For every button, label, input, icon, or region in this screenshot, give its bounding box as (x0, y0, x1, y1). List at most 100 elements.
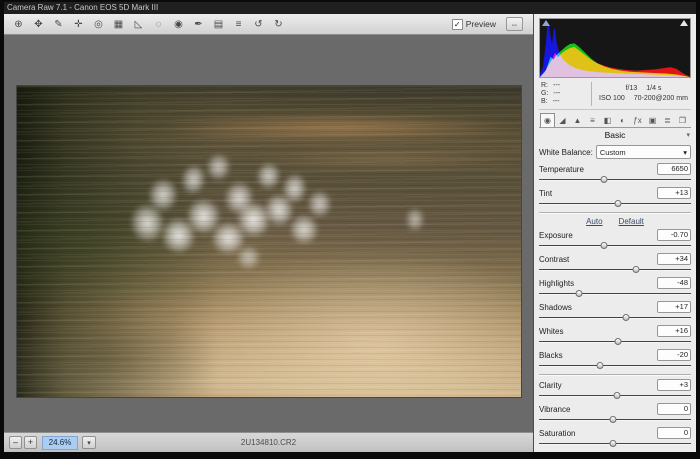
exposure-row: Exposure -0.70 (539, 229, 691, 241)
tab-basic[interactable]: ◉ (540, 113, 555, 127)
title-bar[interactable]: Camera Raw 7.1 - Canon EOS 5D Mark III (4, 2, 696, 14)
photo-motion-streaks-2 (17, 86, 521, 397)
temperature-slider-thumb[interactable] (601, 176, 608, 183)
blacks-label: Blacks (539, 351, 563, 360)
histogram-plot (540, 19, 690, 77)
white-balance-select[interactable]: Custom ▾ (596, 145, 691, 159)
highlights-value-field[interactable]: -48 (657, 277, 691, 289)
tab-hsl-grayscale[interactable]: ≡ (585, 113, 600, 127)
whites-slider[interactable] (539, 337, 691, 346)
tab-presets[interactable]: ≣ (660, 113, 675, 127)
clarity-slider-thumb[interactable] (613, 392, 620, 399)
panel-title: Basic (605, 130, 626, 140)
whites-row: Whites+16 (539, 325, 691, 337)
blacks-slider[interactable] (539, 361, 691, 370)
vibrance-slider-thumb[interactable] (610, 416, 617, 423)
clarity-value-field[interactable]: +3 (657, 379, 691, 391)
tab-lens-corrections[interactable]: ◐ (615, 113, 630, 127)
crop-tool-icon[interactable]: ▦ (112, 19, 125, 30)
vibrance-value-field[interactable]: 0 (657, 403, 691, 415)
blacks-slider-thumb[interactable] (596, 362, 603, 369)
tint-row: Tint +13 (539, 187, 691, 199)
contrast-row: Contrast+34 (539, 253, 691, 265)
temperature-value-field[interactable]: 6650 (657, 163, 691, 175)
zoom-in-button[interactable]: + (24, 436, 37, 449)
saturation-label: Saturation (539, 429, 575, 438)
blacks-value-field[interactable]: -20 (657, 349, 691, 361)
shadows-label: Shadows (539, 303, 572, 312)
saturation-value-field[interactable]: 0 (657, 427, 691, 439)
left-pane: ⊕ ✥ ✎ ✛ ◎ ▦ ◺ ◌ ◉ ✒ ▤ ≡ ↺ ↻ ✓ Preview ⇔ (4, 14, 534, 452)
clarity-row: Clarity +3 (539, 379, 691, 391)
capture-settings: f/13 1/4 s ISO 100 70-200@200 mm (591, 82, 691, 106)
contrast-slider[interactable] (539, 265, 691, 274)
color-sampler-tool-icon[interactable]: ✛ (72, 19, 85, 30)
saturation-slider-thumb[interactable] (610, 440, 617, 447)
g-value: --- (553, 90, 560, 98)
white-balance-tool-icon[interactable]: ✎ (52, 19, 65, 30)
zoom-level-dropdown[interactable]: ▾ (82, 436, 96, 449)
hand-tool-icon[interactable]: ✥ (32, 19, 45, 30)
adjustment-brush-tool-icon[interactable]: ✒ (192, 19, 205, 30)
targeted-adjustment-tool-icon[interactable]: ◎ (92, 19, 105, 30)
vibrance-slider[interactable] (539, 415, 691, 424)
iso-value: ISO 100 (599, 94, 625, 104)
clarity-label: Clarity (539, 381, 562, 390)
exposure-value-field[interactable]: -0.70 (657, 229, 691, 241)
whites-slider-thumb[interactable] (615, 338, 622, 345)
tint-label: Tint (539, 189, 552, 198)
preferences-icon[interactable]: ≡ (232, 19, 245, 30)
saturation-slider[interactable] (539, 439, 691, 448)
photo-canvas[interactable] (17, 86, 521, 397)
exposure-slider[interactable] (539, 241, 691, 250)
temperature-slider[interactable] (539, 175, 691, 184)
exif-info: R:--- G:--- B:--- f/13 1/4 s ISO 100 70-… (539, 81, 691, 110)
graduated-filter-tool-icon[interactable]: ▤ (212, 19, 225, 30)
highlights-label: Highlights (539, 279, 574, 288)
highlights-slider[interactable] (539, 289, 691, 298)
straighten-tool-icon[interactable]: ◺ (132, 19, 145, 30)
contrast-slider-thumb[interactable] (633, 266, 640, 273)
red-eye-tool-icon[interactable]: ◉ (172, 19, 185, 30)
auto-link[interactable]: Auto (586, 217, 602, 226)
tab-split-toning[interactable]: ◧ (600, 113, 615, 127)
default-link[interactable]: Default (619, 217, 644, 226)
tab-tone-curve[interactable]: ◢ (555, 113, 570, 127)
zoom-level-field[interactable]: 24.6% (42, 436, 78, 450)
highlights-slider-thumb[interactable] (575, 290, 582, 297)
b-label: B: (541, 98, 548, 106)
clarity-slider[interactable] (539, 391, 691, 400)
exposure-label: Exposure (539, 231, 573, 240)
rotate-left-icon[interactable]: ↺ (252, 19, 265, 30)
panel-header: Basic ▾ (539, 128, 691, 142)
toolbar: ⊕ ✥ ✎ ✛ ◎ ▦ ◺ ◌ ◉ ✒ ▤ ≡ ↺ ↻ ✓ Preview ⇔ (4, 14, 533, 35)
spot-removal-tool-icon[interactable]: ◌ (152, 19, 165, 30)
shutter-value: 1/4 s (646, 84, 661, 94)
temperature-label: Temperature (539, 165, 584, 174)
rotate-right-icon[interactable]: ↻ (272, 19, 285, 30)
zoom-tool-icon[interactable]: ⊕ (12, 19, 25, 30)
zoom-controls: – + 24.6% ▾ (9, 436, 96, 450)
contrast-value-field[interactable]: +34 (657, 253, 691, 265)
tint-slider-thumb[interactable] (615, 200, 622, 207)
tint-value-field[interactable]: +13 (657, 187, 691, 199)
tab-snapshots[interactable]: ❐ (675, 113, 690, 127)
whites-value-field[interactable]: +16 (657, 325, 691, 337)
shadows-value-field[interactable]: +17 (657, 301, 691, 313)
tint-slider[interactable] (539, 199, 691, 208)
preview-label: Preview (466, 19, 496, 29)
exposure-slider-thumb[interactable] (601, 242, 608, 249)
zoom-out-button[interactable]: – (9, 436, 22, 449)
shadows-slider-thumb[interactable] (622, 314, 629, 321)
checkbox-check-icon: ✓ (452, 19, 463, 30)
white-balance-label: White Balance: (539, 148, 593, 157)
shadows-slider[interactable] (539, 313, 691, 322)
r-value: --- (553, 82, 560, 90)
panel-menu-icon[interactable]: ▾ (686, 131, 690, 139)
temperature-row: Temperature 6650 (539, 163, 691, 175)
tab-effects[interactable]: ƒx (630, 113, 645, 127)
fullscreen-toggle-button[interactable]: ⇔ (506, 17, 523, 31)
tab-detail[interactable]: ▲ (570, 113, 585, 127)
preview-checkbox[interactable]: ✓ Preview (452, 19, 496, 30)
tab-camera-calibration[interactable]: ▣ (645, 113, 660, 127)
